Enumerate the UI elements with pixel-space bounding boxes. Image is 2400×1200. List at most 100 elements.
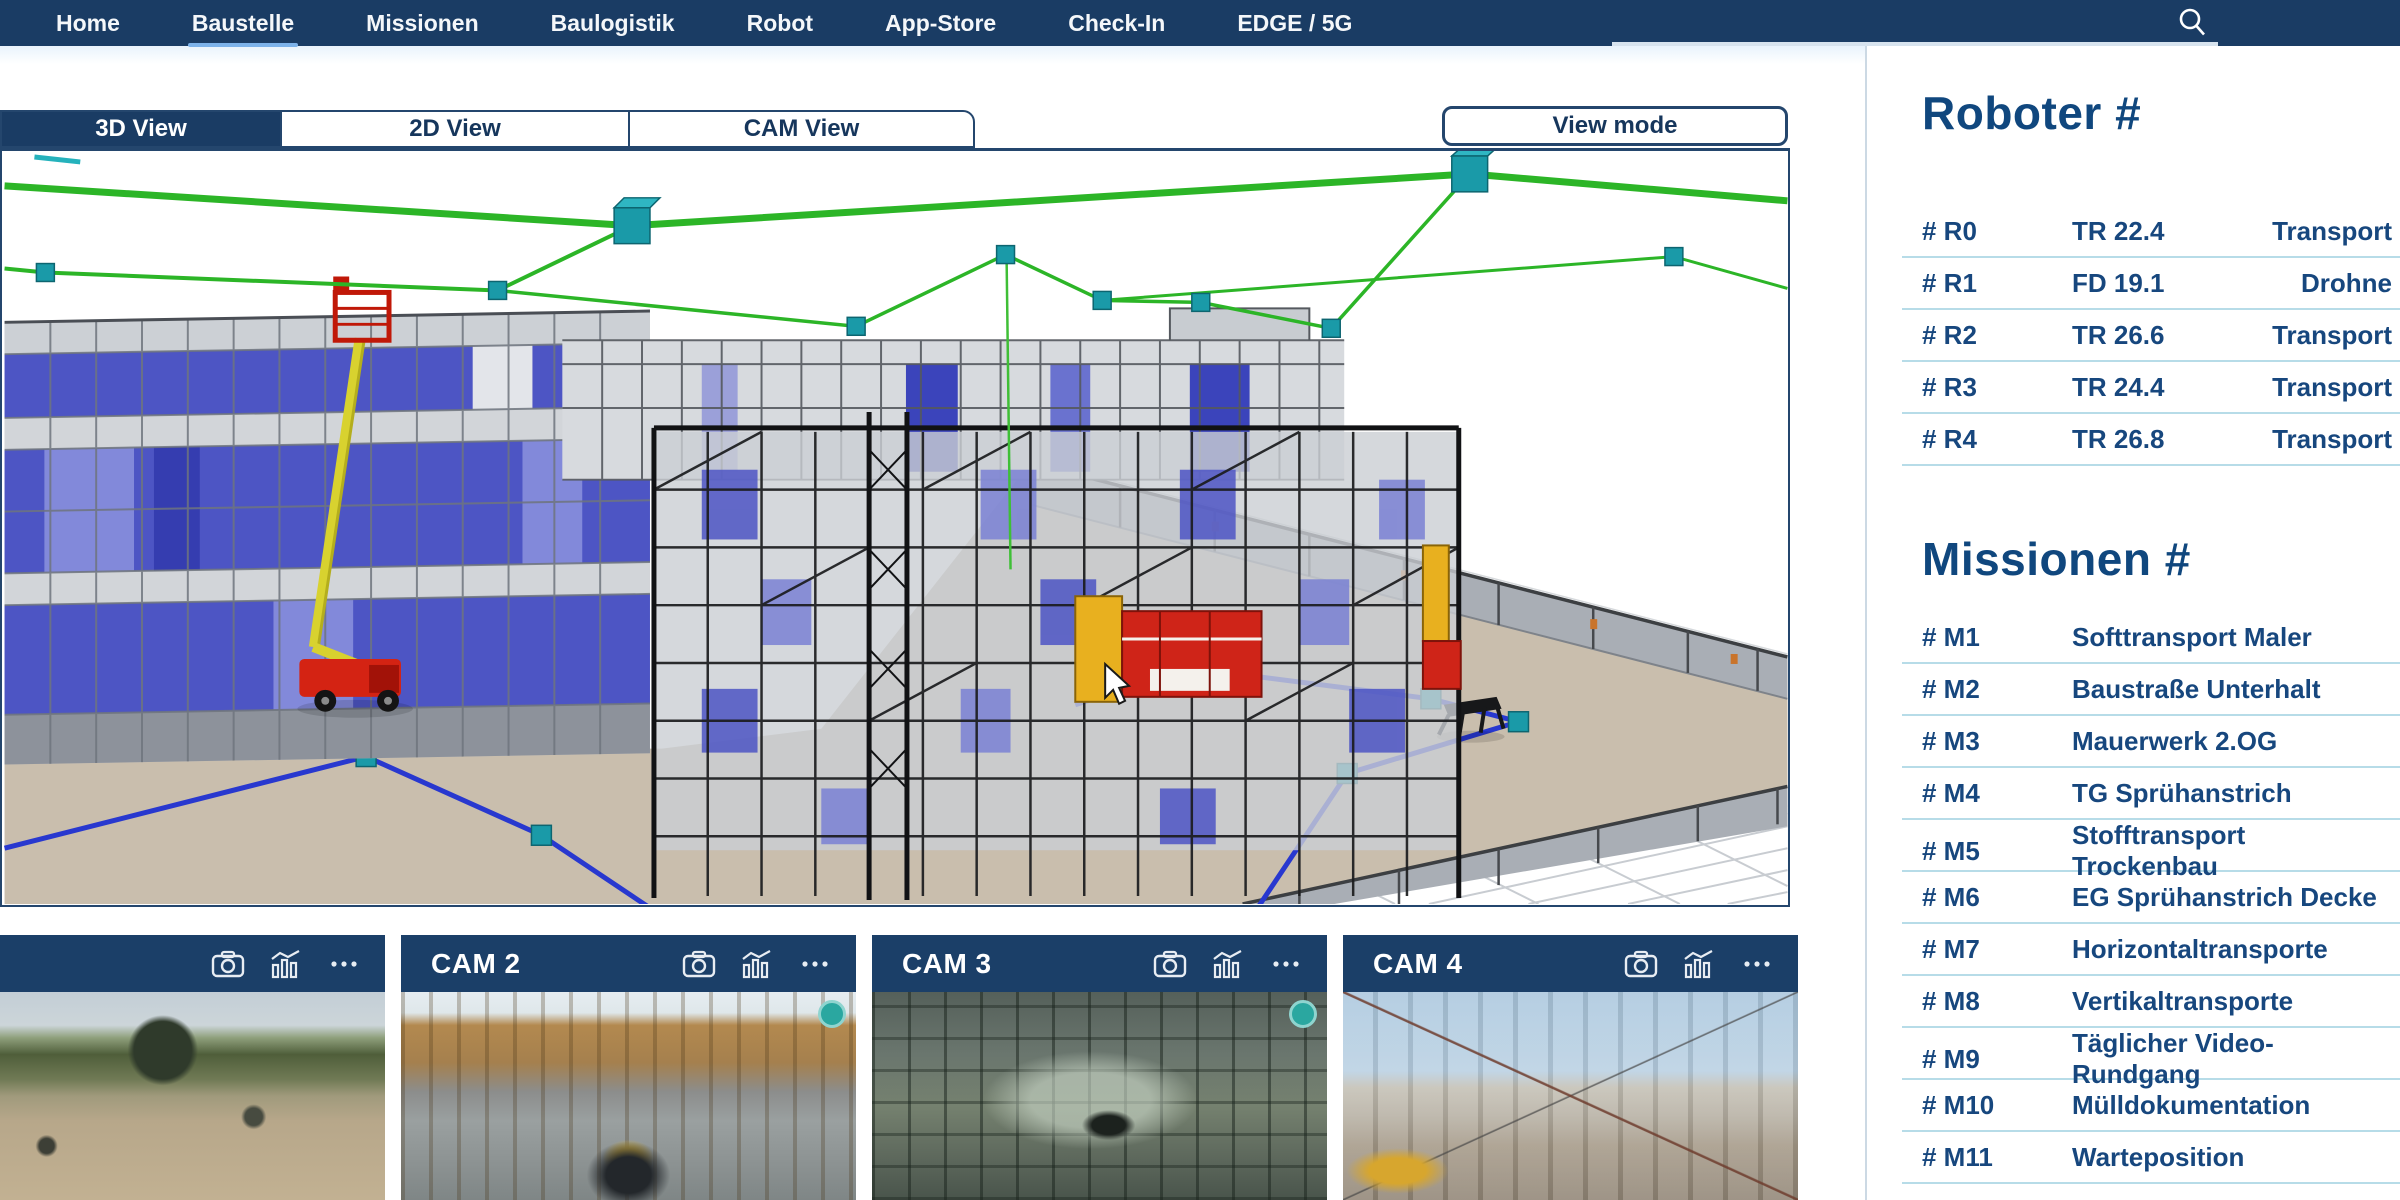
missions-title: Missionen # — [1922, 532, 2400, 586]
mission-name: Mauerwerk 2.OG — [2072, 726, 2392, 757]
mission-name: Baustraße Unterhalt — [2072, 674, 2392, 705]
robot-row[interactable]: # R1 FD 19.1 Drohne — [1902, 258, 2400, 310]
robot-id: # R0 — [1922, 216, 2072, 247]
mission-id: # M7 — [1922, 934, 2072, 965]
view-tab[interactable]: CAM View — [628, 110, 975, 148]
nav-item[interactable]: Robot — [747, 10, 813, 37]
mission-row[interactable]: # M5 Stofftransport Trockenbau — [1902, 820, 2400, 872]
mission-row[interactable]: # M2 Baustraße Unterhalt — [1902, 664, 2400, 716]
mission-row[interactable]: # M11 Warteposition — [1902, 1132, 2400, 1184]
view-tab-label: 2D View — [409, 115, 501, 143]
mission-row[interactable]: # M8 Vertikaltransporte — [1902, 976, 2400, 1028]
mission-id: # M3 — [1922, 726, 2072, 757]
nav-item[interactable]: Baustelle — [192, 10, 294, 37]
3d-viewport[interactable] — [0, 151, 1790, 907]
view-tab-label: CAM View — [744, 115, 860, 143]
camera-header: CAM 3 — [872, 935, 1327, 992]
missions-list: # M1 Softtransport Maler # M2 Baustraße … — [1902, 612, 2400, 1184]
camera-panel: CAM 4 — [1343, 935, 1798, 1200]
nav-item[interactable]: Check-In — [1068, 10, 1165, 37]
camera-panel: CAM 2 — [401, 935, 856, 1200]
mission-row[interactable]: # M1 Softtransport Maler — [1902, 612, 2400, 664]
view-mode-button[interactable]: View mode — [1442, 106, 1788, 146]
nav-item[interactable]: App-Store — [885, 10, 996, 37]
nav-item[interactable]: Home — [56, 10, 120, 37]
search-icon[interactable] — [2176, 6, 2210, 40]
camera-actions — [211, 949, 361, 979]
building-scaffold — [654, 412, 1461, 900]
more-options-icon[interactable] — [798, 949, 832, 979]
3d-scene[interactable] — [2, 151, 1788, 904]
mission-row[interactable]: # M3 Mauerwerk 2.OG — [1902, 716, 2400, 768]
robot-type: Transport — [2272, 216, 2392, 247]
mission-id: # M9 — [1922, 1044, 2072, 1075]
nav-item[interactable]: Missionen — [366, 10, 478, 37]
nav-item-label: Robot — [747, 10, 813, 36]
mission-id: # M10 — [1922, 1090, 2072, 1121]
snapshot-camera-icon[interactable] — [211, 949, 245, 979]
mission-id: # M11 — [1922, 1142, 2072, 1173]
mission-row[interactable]: # M4 TG Sprühanstrich — [1902, 768, 2400, 820]
robot-row[interactable]: # R2 TR 26.6 Transport — [1902, 310, 2400, 362]
nav-item-label: App-Store — [885, 10, 996, 36]
camera-actions — [682, 949, 832, 979]
view-tabbar: 3D View 2D View CAM View View mode — [0, 110, 1790, 151]
mission-name: Vertikaltransporte — [2072, 986, 2392, 1017]
mission-name: Warteposition — [2072, 1142, 2392, 1173]
mission-id: # M2 — [1922, 674, 2072, 705]
stats-chart-icon[interactable] — [1682, 949, 1716, 979]
mission-name: EG Sprühanstrich Decke — [2072, 882, 2392, 913]
robot-type: Transport — [2272, 320, 2392, 351]
robot-id: # R1 — [1922, 268, 2072, 299]
mission-row[interactable]: # M9 Täglicher Video-Rundgang — [1902, 1028, 2400, 1080]
robot-type: Transport — [2272, 372, 2392, 403]
mission-name: Mülldokumentation — [2072, 1090, 2392, 1121]
mission-name: TG Sprühanstrich — [2072, 778, 2392, 809]
robots-title: Roboter # — [1922, 86, 2400, 140]
robot-row[interactable]: # R0 TR 22.4 Transport — [1902, 206, 2400, 258]
nav-item-label: Missionen — [366, 10, 478, 36]
nav-item[interactable]: Baulogistik — [551, 10, 675, 37]
mission-row[interactable]: # M7 Horizontaltransporte — [1902, 924, 2400, 976]
camera-feed[interactable] — [401, 992, 856, 1200]
snapshot-camera-icon[interactable] — [1153, 949, 1187, 979]
more-options-icon[interactable] — [1740, 949, 1774, 979]
view-tab[interactable]: 3D View — [0, 110, 282, 148]
camera-feed[interactable] — [872, 992, 1327, 1200]
camera-strip: CAM 1 — [0, 935, 1865, 1200]
robots-table: # R0 TR 22.4 Transport # R1 FD 19.1 Droh… — [1902, 206, 2400, 466]
camera-actions — [1624, 949, 1774, 979]
robot-model: TR 22.4 — [2072, 216, 2272, 247]
stats-chart-icon[interactable] — [1211, 949, 1245, 979]
snapshot-camera-icon[interactable] — [682, 949, 716, 979]
view-tab[interactable]: 2D View — [280, 110, 630, 148]
robot-row[interactable]: # R3 TR 24.4 Transport — [1902, 362, 2400, 414]
nav-item[interactable]: EDGE / 5G — [1237, 10, 1352, 37]
camera-feed[interactable] — [0, 992, 385, 1200]
camera-header: CAM 2 — [401, 935, 856, 992]
robot-type: Transport — [2272, 424, 2392, 455]
more-options-icon[interactable] — [327, 949, 361, 979]
snapshot-camera-icon[interactable] — [1624, 949, 1658, 979]
robot-row[interactable]: # R4 TR 26.8 Transport — [1902, 414, 2400, 466]
robot-id: # R2 — [1922, 320, 2072, 351]
stats-chart-icon[interactable] — [740, 949, 774, 979]
robot-model: FD 19.1 — [2072, 268, 2301, 299]
nav-item-label: Baulogistik — [551, 10, 675, 36]
mission-name: Softtransport Maler — [2072, 622, 2392, 653]
mission-id: # M6 — [1922, 882, 2072, 913]
mission-name: Stofftransport Trockenbau — [2072, 820, 2392, 882]
camera-panel: CAM 1 — [0, 935, 385, 1200]
stats-chart-icon[interactable] — [269, 949, 303, 979]
camera-feed[interactable] — [1343, 992, 1798, 1200]
mission-name: Täglicher Video-Rundgang — [2072, 1028, 2392, 1090]
robot-id: # R3 — [1922, 372, 2072, 403]
mission-id: # M8 — [1922, 986, 2072, 1017]
nav-menu: Home Baustelle Missionen Baulogistik Rob… — [56, 0, 1352, 46]
more-options-icon[interactable] — [1269, 949, 1303, 979]
hoist-platform — [1075, 596, 1261, 702]
search-input[interactable] — [1612, 8, 2218, 46]
nav-item-label: Baustelle — [192, 10, 294, 36]
mission-id: # M5 — [1922, 836, 2072, 867]
mission-id: # M1 — [1922, 622, 2072, 653]
